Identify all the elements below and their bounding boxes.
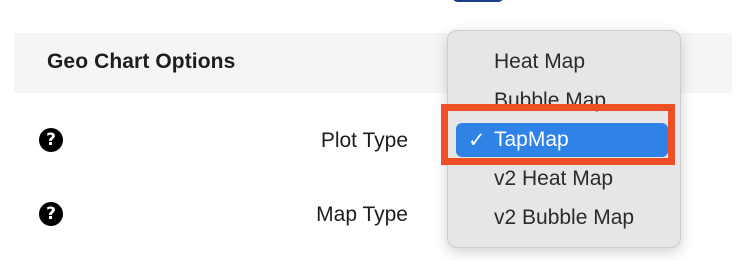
section-title: Geo Chart Options <box>47 50 236 73</box>
dropdown-option-heat-map[interactable]: Heat Map <box>456 45 668 79</box>
dropdown-option-label: Heat Map <box>494 50 586 73</box>
highlight-annotation-box <box>441 104 675 165</box>
top-control-edge <box>452 0 504 2</box>
dropdown-option-v2-bubble-map[interactable]: v2 Bubble Map <box>456 201 668 235</box>
help-icon[interactable]: ? <box>39 202 63 226</box>
dropdown-option-label: v2 Bubble Map <box>494 206 635 229</box>
dropdown-option-v2-heat-map[interactable]: v2 Heat Map <box>456 162 668 196</box>
dropdown-option-label: v2 Heat Map <box>494 167 614 190</box>
map-type-label: Map Type <box>316 203 408 226</box>
help-icon[interactable]: ? <box>39 128 63 152</box>
plot-type-label: Plot Type <box>320 129 408 152</box>
